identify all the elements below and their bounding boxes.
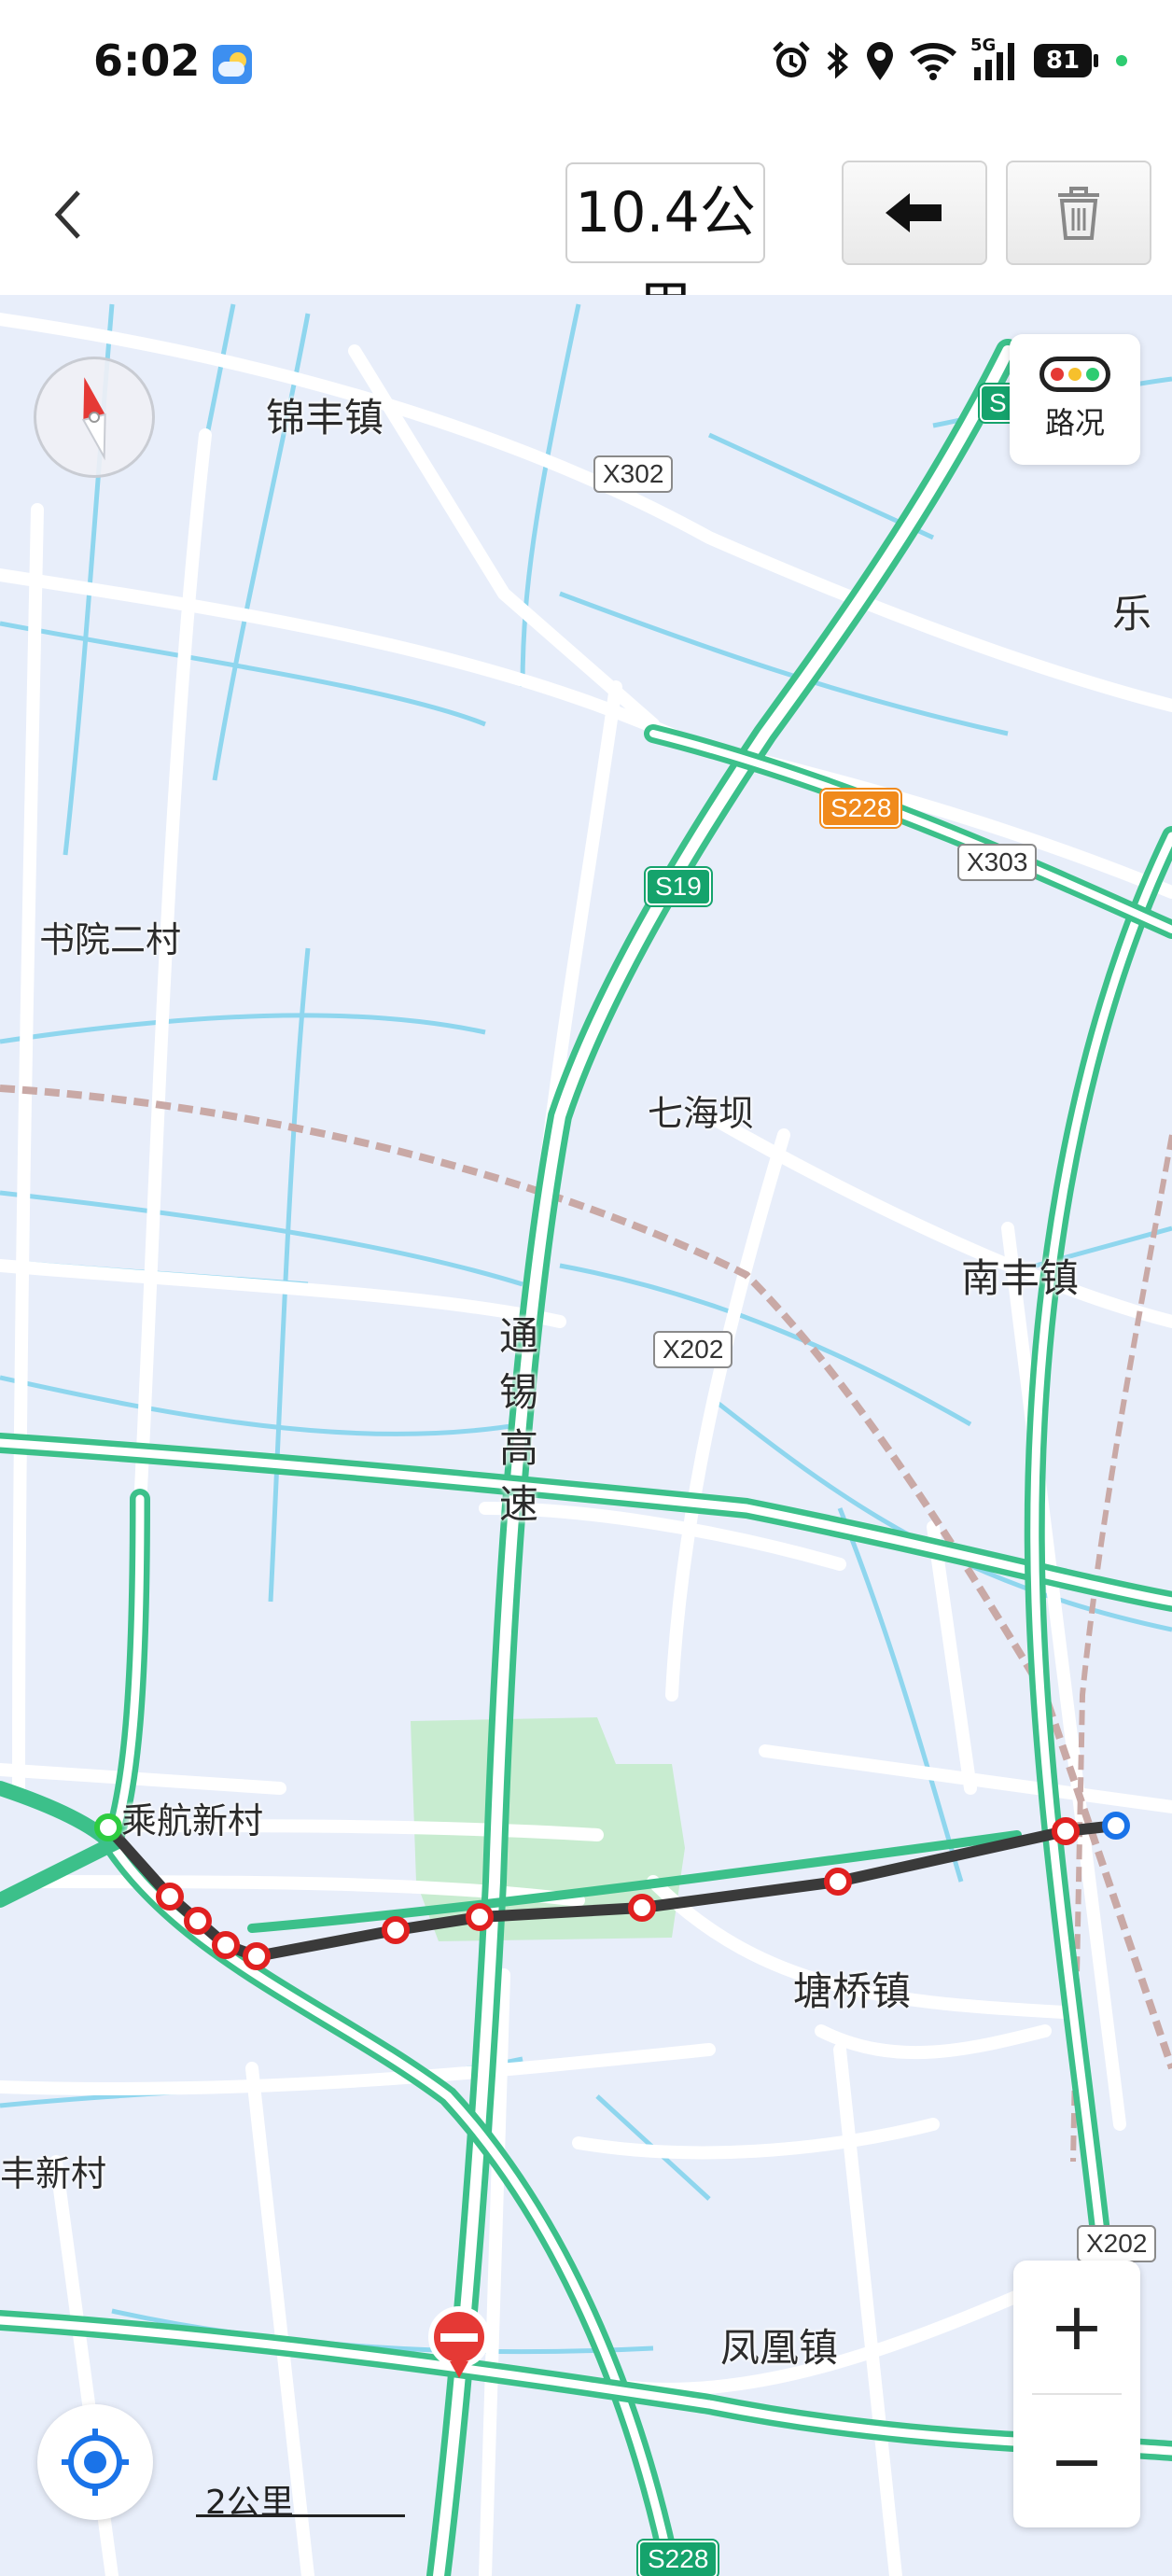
road-shield-x303: X303 (957, 844, 1038, 881)
road-shield-x202-mid: X202 (653, 1331, 733, 1368)
weather-icon (213, 45, 252, 84)
status-time: 6:02 (93, 35, 201, 86)
waypoint (466, 1903, 494, 1931)
waypoint (824, 1868, 852, 1896)
waypoint (156, 1883, 184, 1911)
route-end-point (1102, 1812, 1130, 1840)
compass-button[interactable] (34, 357, 155, 478)
highway-name-label: 通锡高速 (498, 1313, 538, 1527)
arrow-left-icon (886, 193, 942, 232)
place-label-le: 乐 (1112, 591, 1152, 637)
zoom-in-button[interactable]: + (1013, 2261, 1140, 2393)
back-button[interactable] (41, 177, 106, 252)
waypoint (212, 1931, 240, 1959)
road-shield-s19: S19 (646, 868, 711, 905)
wifi-icon (909, 43, 957, 80)
place-label-jinfeng: 锦丰镇 (266, 395, 384, 441)
map-base-layer (0, 303, 1172, 2576)
bluetooth-icon (827, 42, 849, 79)
delete-button[interactable] (1006, 161, 1151, 265)
status-icons: 5G 81 (771, 35, 1127, 84)
route-start-point (94, 1813, 122, 1841)
undo-button[interactable] (842, 161, 987, 265)
place-label-chenghang: 乘航新村 (121, 1800, 264, 1841)
locate-icon (62, 2429, 129, 2496)
alarm-icon (773, 41, 810, 77)
location-icon (867, 42, 893, 80)
place-label-nanfeng: 南丰镇 (961, 1255, 1080, 1301)
waypoint (382, 1916, 410, 1944)
road-shield-x302: X302 (593, 455, 674, 493)
place-label-tangqiao: 塘桥镇 (793, 1968, 912, 2014)
place-label-shuyuan: 书院二村 (39, 919, 182, 960)
map-scale-bar: 2公里 (196, 2475, 407, 2522)
battery-indicator: 81 (1034, 44, 1098, 77)
compass-icon (81, 377, 106, 461)
my-location-button[interactable] (37, 2404, 153, 2520)
place-label-fenghuang: 凤凰镇 (720, 2325, 839, 2371)
traffic-toggle-button[interactable]: 路况 (1010, 334, 1140, 465)
place-label-fengxin: 丰新村 (0, 2153, 107, 2194)
zoom-controls: + − (1013, 2261, 1140, 2527)
road-shield-s228-top: S228 (821, 790, 901, 827)
waypoint (1052, 1817, 1080, 1845)
waypoint (628, 1894, 656, 1922)
zoom-out-button[interactable]: − (1013, 2395, 1140, 2527)
map-canvas[interactable]: 锦丰镇 乐 书院二村 七海坝 南丰镇 乘航新村 塘桥镇 丰新村 凤凰镇 通锡高速… (0, 295, 1172, 2576)
scale-line (196, 2514, 405, 2517)
chevron-left-icon (54, 190, 80, 239)
traffic-label: 路况 (1044, 405, 1105, 441)
measure-toolbar: 10.4公里 (0, 131, 1172, 343)
distance-readout: 10.4公里 (565, 162, 765, 343)
place-label-qihaiba: 七海坝 (648, 1093, 755, 1134)
trash-icon (1058, 187, 1099, 240)
road-shield-x202-bottom: X202 (1077, 2225, 1157, 2262)
waypoint (243, 1942, 271, 1970)
traffic-light-icon (1039, 357, 1110, 392)
privacy-dot (1116, 55, 1127, 66)
road-shield-s228-bottom: S228 (638, 2541, 719, 2576)
signal-icon: 5G (970, 35, 1021, 82)
status-bar: 6:02 5G 81 (0, 0, 1172, 131)
waypoint (184, 1907, 212, 1935)
